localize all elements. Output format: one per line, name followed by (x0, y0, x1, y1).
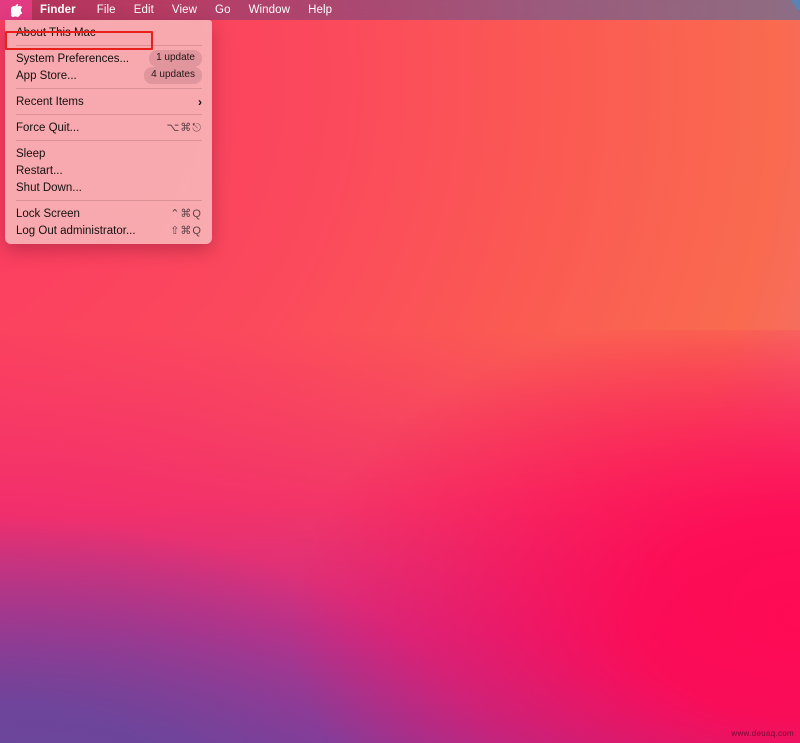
menu-item-label: Shut Down... (16, 181, 82, 194)
desktop-screen: Finder File Edit View Go Window Help Abo… (0, 0, 800, 743)
menu-bar: Finder File Edit View Go Window Help (0, 0, 800, 20)
menu-item-label: About This Mac (16, 26, 96, 39)
chevron-right-icon: › (198, 94, 202, 109)
menu-item-label: Sleep (16, 147, 46, 160)
app-store-update-badge: 4 updates (144, 67, 202, 84)
menu-bar-item-window[interactable]: Window (240, 0, 300, 20)
menu-item-restart[interactable]: Restart... (5, 162, 212, 179)
menu-item-app-store[interactable]: App Store... 4 updates (5, 67, 212, 84)
wallpaper-bottom-gradient (0, 330, 800, 743)
menu-item-shut-down[interactable]: Shut Down... (5, 179, 212, 196)
menu-item-recent-items[interactable]: Recent Items › (5, 93, 212, 110)
menu-item-system-preferences[interactable]: System Preferences... 1 update (5, 50, 212, 67)
site-watermark: www.deuaq.com (731, 729, 794, 738)
menu-item-shortcut: ⌥⌘⎋ (166, 121, 202, 134)
menu-separator (16, 45, 202, 46)
menu-item-label: App Store... (16, 69, 77, 82)
menu-item-about-this-mac[interactable]: About This Mac (5, 24, 212, 41)
menu-bar-item-view[interactable]: View (163, 0, 206, 20)
menu-separator (16, 114, 202, 115)
menu-bar-item-help[interactable]: Help (299, 0, 341, 20)
menu-item-lock-screen[interactable]: Lock Screen ⌃⌘Q (5, 205, 212, 222)
menu-item-log-out[interactable]: Log Out administrator... ⇧⌘Q (5, 222, 212, 239)
menu-bar-item-edit[interactable]: Edit (125, 0, 163, 20)
menu-separator (16, 140, 202, 141)
system-preferences-update-badge: 1 update (149, 50, 202, 67)
menu-item-sleep[interactable]: Sleep (5, 145, 212, 162)
menu-bar-item-file[interactable]: File (88, 0, 125, 20)
menu-item-force-quit[interactable]: Force Quit... ⌥⌘⎋ (5, 119, 212, 136)
menu-item-label: Restart... (16, 164, 63, 177)
menu-item-shortcut: ⌃⌘Q (170, 208, 202, 220)
menu-item-label: Log Out administrator... (16, 224, 136, 237)
menu-item-shortcut: ⇧⌘Q (170, 225, 202, 237)
apple-logo-icon (10, 3, 22, 17)
menu-separator (16, 200, 202, 201)
menu-bar-item-finder[interactable]: Finder (32, 0, 88, 20)
menu-item-label: Lock Screen (16, 207, 80, 220)
menu-separator (16, 88, 202, 89)
menu-item-label: Recent Items (16, 95, 84, 108)
apple-menu-button[interactable] (0, 0, 32, 20)
menu-bar-item-go[interactable]: Go (206, 0, 240, 20)
menu-item-label: Force Quit... (16, 121, 80, 134)
apple-menu-dropdown: About This Mac System Preferences... 1 u… (5, 20, 212, 244)
menu-item-label: System Preferences... (16, 52, 130, 65)
